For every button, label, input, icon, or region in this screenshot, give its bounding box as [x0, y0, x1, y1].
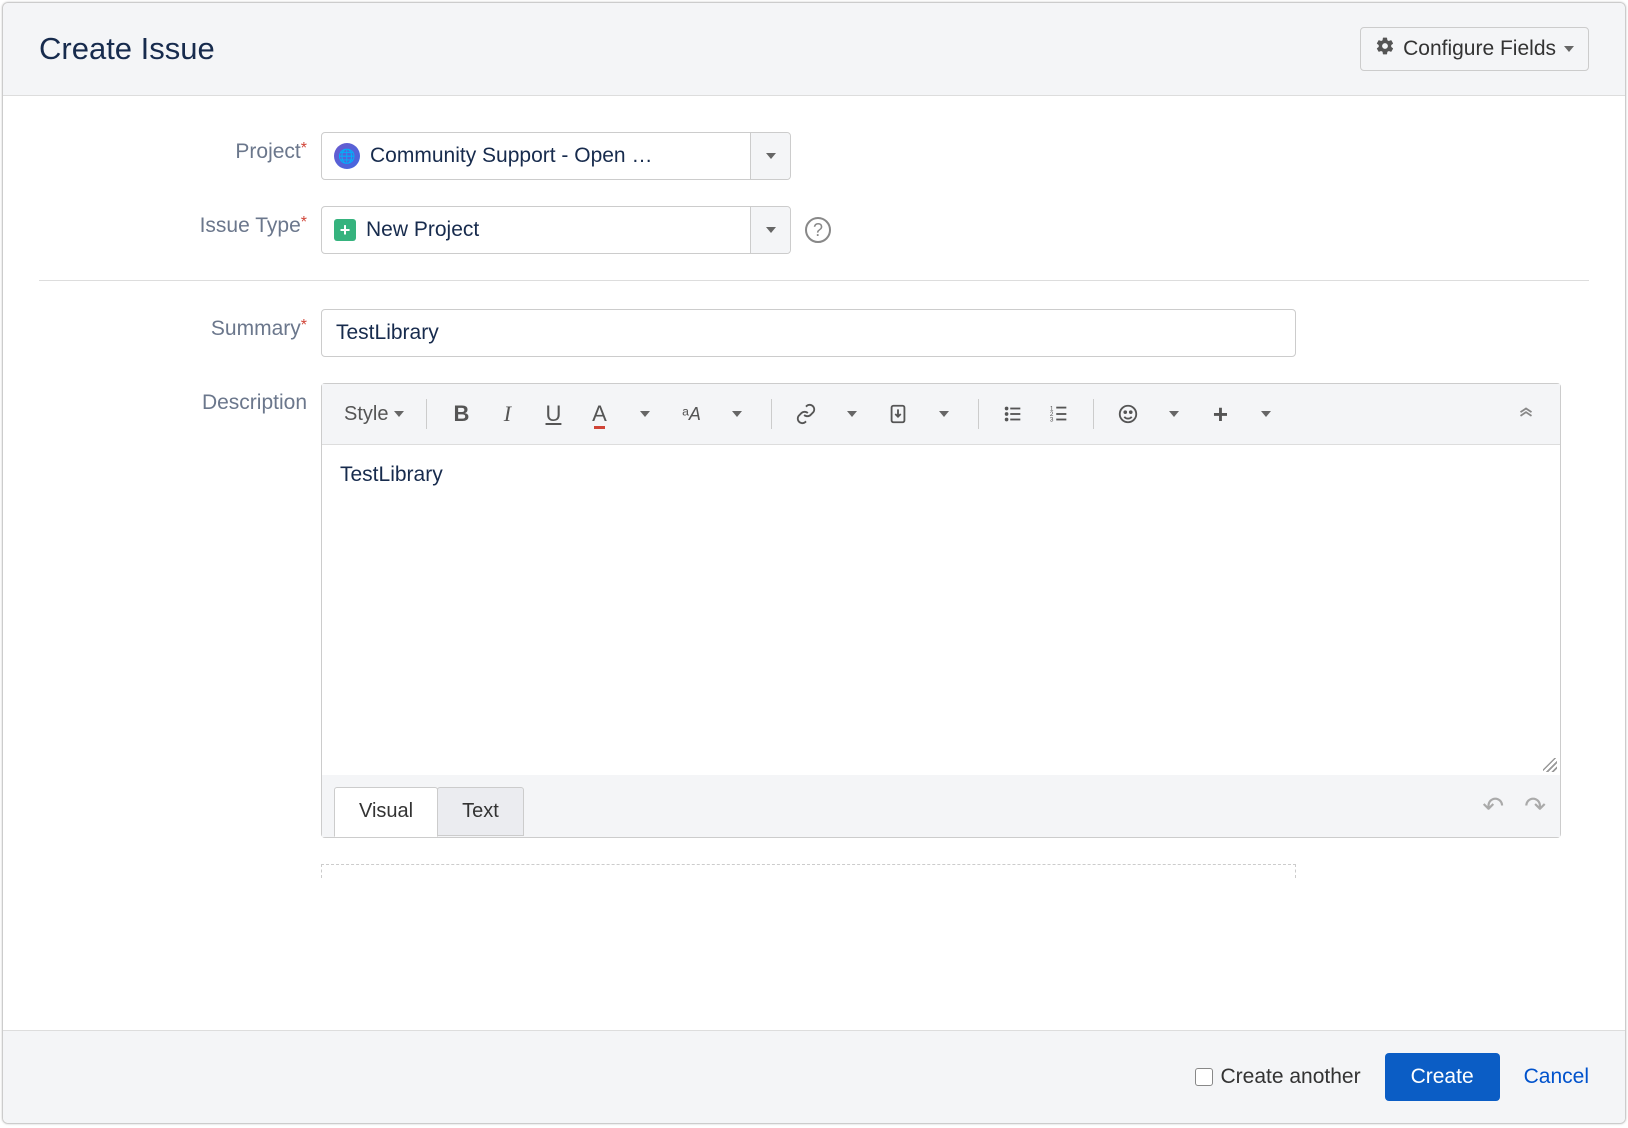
toolbar-separator	[978, 399, 979, 429]
configure-fields-button[interactable]: Configure Fields	[1360, 27, 1589, 71]
attachment-dropzone[interactable]	[321, 864, 1296, 878]
redo-button[interactable]: ↷	[1524, 791, 1546, 822]
more-insert-button[interactable]: +	[1200, 394, 1240, 434]
svg-text:3: 3	[1050, 416, 1054, 423]
attachment-caret[interactable]	[924, 394, 964, 434]
clear-format-button[interactable]: ᵃA	[671, 394, 711, 434]
editor-footer: Visual Text ↶ ↷	[322, 775, 1560, 837]
project-value: Community Support - Open …	[370, 144, 652, 168]
chevron-down-icon	[732, 411, 742, 417]
create-issue-dialog: Create Issue Configure Fields Project* 🌐…	[2, 2, 1626, 1124]
issuetype-dropdown-caret[interactable]	[750, 207, 790, 253]
chevron-down-icon	[1261, 411, 1271, 417]
dialog-title: Create Issue	[39, 31, 215, 67]
summary-input[interactable]	[321, 309, 1296, 357]
italic-button[interactable]: I	[487, 394, 527, 434]
help-icon[interactable]: ?	[805, 217, 831, 243]
tab-visual[interactable]: Visual	[334, 787, 438, 837]
create-button[interactable]: Create	[1385, 1053, 1500, 1101]
gear-icon	[1375, 36, 1395, 62]
text-color-caret[interactable]	[625, 394, 665, 434]
collapse-toolbar-button[interactable]	[1506, 394, 1546, 434]
toolbar-separator	[1093, 399, 1094, 429]
dialog-body: Project* 🌐 Community Support - Open … Is…	[3, 96, 1625, 1030]
chevron-down-icon	[394, 411, 404, 417]
description-editor: Style B I U A ᵃA	[321, 383, 1561, 838]
plus-icon: +	[334, 219, 356, 241]
project-label: Project*	[39, 132, 321, 180]
link-button[interactable]	[786, 394, 826, 434]
emoji-button[interactable]	[1108, 394, 1148, 434]
emoji-caret[interactable]	[1154, 394, 1194, 434]
bullet-list-button[interactable]	[993, 394, 1033, 434]
chevron-down-icon	[766, 153, 776, 159]
issuetype-value: New Project	[366, 218, 479, 242]
bold-button[interactable]: B	[441, 394, 481, 434]
issuetype-label: Issue Type*	[39, 206, 321, 254]
clear-format-caret[interactable]	[717, 394, 757, 434]
project-row: Project* 🌐 Community Support - Open …	[39, 132, 1589, 180]
description-label: Description	[39, 383, 321, 838]
summary-label: Summary*	[39, 309, 321, 357]
text-color-button[interactable]: A	[579, 394, 619, 434]
link-caret[interactable]	[832, 394, 872, 434]
chevron-down-icon	[1169, 411, 1179, 417]
dialog-header: Create Issue Configure Fields	[3, 3, 1625, 96]
project-dropdown-caret[interactable]	[750, 133, 790, 179]
dialog-footer: Create another Create Cancel	[3, 1030, 1625, 1123]
project-avatar-icon: 🌐	[334, 143, 360, 169]
underline-button[interactable]: U	[533, 394, 573, 434]
issuetype-row: Issue Type* + New Project ?	[39, 206, 1589, 254]
tab-text[interactable]: Text	[437, 787, 524, 836]
section-divider	[39, 280, 1589, 281]
toolbar-separator	[771, 399, 772, 429]
configure-fields-label: Configure Fields	[1403, 37, 1556, 61]
attachment-button[interactable]	[878, 394, 918, 434]
chevron-down-icon	[1564, 46, 1574, 52]
chevron-down-icon	[640, 411, 650, 417]
create-another-checkbox[interactable]: Create another	[1195, 1065, 1361, 1089]
resize-grip[interactable]	[1543, 758, 1557, 772]
required-asterisk: *	[301, 317, 307, 334]
chevron-down-icon	[847, 411, 857, 417]
issuetype-select[interactable]: + New Project	[321, 206, 791, 254]
chevron-down-icon	[939, 411, 949, 417]
numbered-list-button[interactable]: 123	[1039, 394, 1079, 434]
chevron-down-icon	[766, 227, 776, 233]
project-select[interactable]: 🌐 Community Support - Open …	[321, 132, 791, 180]
required-asterisk: *	[301, 214, 307, 231]
toolbar-separator	[426, 399, 427, 429]
style-dropdown[interactable]: Style	[336, 403, 412, 426]
more-insert-caret[interactable]	[1246, 394, 1286, 434]
description-textarea[interactable]: TestLibrary	[322, 445, 1560, 775]
checkbox-icon	[1195, 1068, 1213, 1086]
undo-button[interactable]: ↶	[1482, 791, 1504, 822]
required-asterisk: *	[301, 140, 307, 157]
description-row: Description Style B I U A ᵃA	[39, 383, 1589, 838]
cancel-button[interactable]: Cancel	[1524, 1065, 1589, 1089]
editor-toolbar: Style B I U A ᵃA	[322, 384, 1560, 445]
summary-row: Summary*	[39, 309, 1589, 357]
